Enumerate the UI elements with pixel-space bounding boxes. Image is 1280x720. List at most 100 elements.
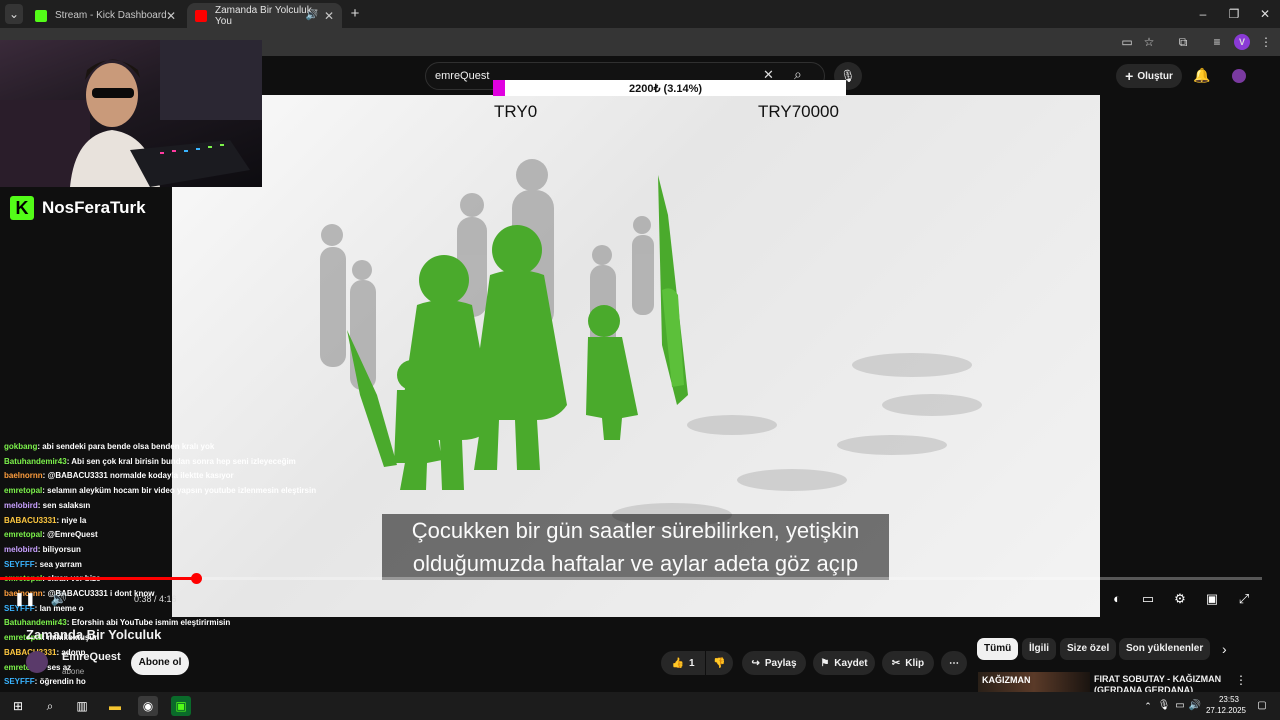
close-tab-icon[interactable]: ✕ [166,9,176,23]
share-label: Paylaş [764,657,797,669]
video-captions: Çocukken bir gün saatler sürebilirken, y… [382,514,889,580]
recommended-thumbnail[interactable]: KAĞIZMAN [978,672,1090,692]
chat-username: emretopal [4,530,43,540]
chat-username: melobird [4,500,38,510]
volume-icon[interactable]: 🔊 [50,590,68,608]
browser-menu-icon[interactable]: ⋮ [1258,34,1274,50]
chip-related[interactable]: İlgili [1022,638,1056,660]
plus-icon: + [1125,68,1134,84]
dislike-button[interactable]: 👎 [706,651,733,675]
recommended-menu-icon[interactable]: ⋮ [1235,673,1247,687]
donation-goal-progress: 2200₺ (3.14%) [629,83,703,95]
like-button[interactable]: 👍 1 [661,651,705,675]
save-button[interactable]: ⚑ Kaydet [813,651,875,675]
chat-username: Batuhandemir43 [4,456,67,466]
donation-goal-fill [493,80,505,96]
channel-name[interactable]: EmreQuest [62,651,121,663]
chat-text: Abi sen çok kral birisin bundan sonra he… [71,456,296,466]
chip-all[interactable]: Tümü [977,638,1019,660]
windows-taskbar [0,692,1280,720]
kick-app-icon[interactable]: ▣ [171,696,191,716]
like-count: 1 [688,657,695,669]
miniplayer-icon[interactable]: ▣ [1203,590,1221,608]
browser-tab-strip: ⌄ Stream - Kick Dashboard ✕ Zamanda Bir … [0,0,1280,28]
profile-avatar-icon[interactable]: V [1234,34,1250,50]
chevron-right-icon[interactable]: › [1222,641,1227,657]
donation-goal-min: TRY0 [494,102,538,121]
streamer-name: NosFeraTurk [42,198,146,217]
file-explorer-icon[interactable]: ▬ [105,696,125,716]
clock-date[interactable]: 27.12.2025 [1202,706,1250,715]
channel-avatar[interactable] [26,651,48,673]
caption-line-2: olduğumuzda haftalar ve aylar adeta göz … [412,551,859,576]
speaker-icon[interactable]: 🔊 [306,10,318,21]
task-view-icon[interactable]: ▥ [72,696,92,716]
subtitles-icon[interactable]: ▭ [1139,590,1157,608]
more-actions-button[interactable]: ⋯ [941,651,967,675]
restore-button[interactable]: ❐ [1219,4,1249,24]
bookmark-star-icon[interactable]: ☆ [1141,34,1157,50]
chat-username: baelnornn [4,471,43,481]
chat-text: sen salaksın [42,500,91,510]
tab-kick-dashboard[interactable]: Stream - Kick Dashboard ✕ [27,3,184,28]
autoplay-toggle-icon[interactable]: ◐ [1106,590,1128,608]
close-window-button[interactable]: ✕ [1250,4,1280,24]
chat-text: @EmreQuest [47,530,98,540]
chat-text: biliyorsun [42,544,81,554]
new-tab-button[interactable]: + [340,4,370,24]
share-button[interactable]: ↪ Paylaş [742,651,806,675]
video-title: Zamanda Bir Yolculuk [26,627,162,642]
extensions-icon[interactable]: ⧉ [1175,34,1191,50]
chat-message: SEYFFF: öğrendin ho [4,677,86,687]
chrome-icon[interactable]: ◉ [138,696,158,716]
create-label: Oluştur [1137,70,1173,82]
thumbs-down-icon: 👎 [713,657,726,669]
clip-button[interactable]: ✂ Klip [882,651,934,675]
scissors-icon: ✂ [891,657,901,669]
notifications-tray-icon[interactable]: ▢ [1252,696,1272,716]
share-icon: ↪ [751,657,760,669]
chip-recently-uploaded[interactable]: Son yüklenenler [1119,638,1211,660]
taskbar-search-icon[interactable]: ⌕ [40,696,60,716]
clock-time[interactable]: 23:53 [1205,695,1253,704]
chat-username: BABACU3331 [4,515,57,525]
chat-text: öğrendin ho [39,677,86,687]
subscribe-button[interactable]: Abone ol [131,651,189,675]
video-timecode: 0:38 / 4:16 [134,594,177,604]
chat-username: SEYFFF [4,559,35,569]
media-control-icon[interactable]: ≡ [1209,34,1225,50]
thumbnail-text: KAĞIZMAN [982,675,1031,685]
notifications-bell-icon[interactable]: 🔔 [1193,67,1210,84]
tab-youtube-video[interactable]: Zamanda Bir Yolculuk - You 🔊 ✕ [187,3,342,28]
chip-for-you[interactable]: Size özel [1060,638,1117,660]
account-avatar-icon[interactable] [1232,69,1246,83]
chat-message: gokbang: abi sendeki para bende olsa ben… [4,442,215,451]
chat-text: selamın aleyküm hocam bir video yapsın y… [47,486,317,496]
minimize-button[interactable]: – [1188,4,1218,24]
tab-search-button[interactable]: ⌄ [5,4,23,24]
cast-icon[interactable]: ▭ [1119,34,1135,50]
search-input[interactable]: emreQuest [435,70,489,82]
chat-text: niye la [61,515,87,525]
settings-gear-icon[interactable]: ⚙ [1171,590,1189,608]
thumbs-up-icon: 👍 [671,657,684,669]
chat-message: emretopal: @EmreQuest [4,530,98,540]
webcam-scene [0,40,262,187]
close-tab-icon[interactable]: ✕ [324,9,334,23]
chat-message: melobird: sen salaksın [4,500,91,510]
donation-goal-max: TRY70000 [758,102,839,121]
chat-username: SEYFFF [4,677,35,687]
video-scrubber-handle[interactable] [191,573,202,584]
save-label: Kaydet [834,657,868,669]
streamer-brand: K NosFeraTurk [10,196,146,220]
windows-start-icon[interactable]: ⊞ [8,696,28,716]
chat-message: baelnornn: @BABACU3331 normalde kodayla … [4,471,234,481]
fullscreen-icon[interactable]: ⤢ [1235,590,1253,608]
chat-text: abi sendeki para bende olsa benden kralı… [42,442,215,451]
chat-message: Batuhandemir43: Abi sen çok kral birisin… [4,456,296,466]
kick-logo-icon: K [10,196,34,220]
create-button[interactable]: + Oluştur [1116,64,1182,88]
video-progress-played [0,577,196,580]
pause-icon[interactable]: ❚❚ [14,590,36,608]
youtube-favicon-icon [195,9,207,22]
